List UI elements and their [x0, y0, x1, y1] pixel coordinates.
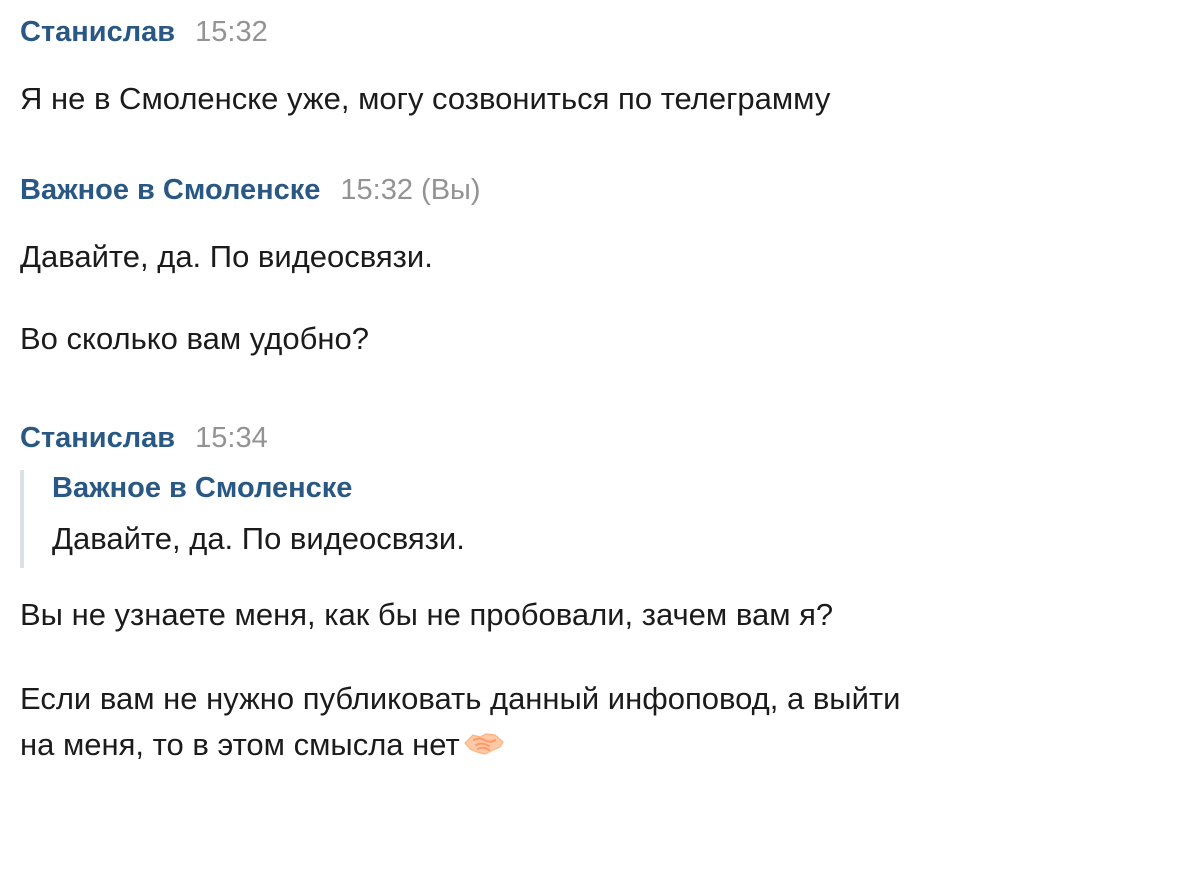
message-group: Станислав 15:34 Важное в Смоленске Давай… — [20, 420, 1160, 768]
message-text: Давайте, да. По видеосвязи. — [20, 239, 433, 274]
quoted-text: Давайте, да. По видеосвязи. — [52, 521, 465, 556]
message-time: 15:32 (Вы) — [340, 172, 480, 208]
message-text: Во сколько вам удобно? — [20, 321, 369, 356]
handshake-icon — [462, 725, 506, 761]
message-text: Если вам не нужно публиковать данный инф… — [20, 681, 901, 716]
message-time: 15:32 — [195, 16, 268, 48]
reply-quote[interactable]: Важное в Смоленске Давайте, да. По видео… — [20, 470, 1160, 568]
message-header: Станислав 15:32 — [20, 14, 1160, 50]
author-name[interactable]: Станислав — [20, 14, 175, 50]
message-text: Я не в Смоленске уже, могу созвониться п… — [20, 81, 831, 116]
author-name[interactable]: Станислав — [20, 420, 175, 456]
you-label: (Вы) — [421, 174, 481, 206]
author-name[interactable]: Важное в Смоленске — [20, 172, 320, 208]
message-text: Вы не узнаете меня, как бы не пробовали,… — [20, 597, 834, 632]
chat-history: Станислав 15:32 Я не в Смоленске уже, мо… — [0, 0, 1200, 885]
message-time-value: 15:32 — [340, 174, 413, 206]
message-group: Важное в Смоленске 15:32 (Вы) Давайте, д… — [20, 172, 1160, 362]
message-group: Станислав 15:32 Я не в Смоленске уже, мо… — [20, 14, 1160, 122]
message-header: Важное в Смоленске 15:32 (Вы) — [20, 172, 1160, 208]
message-header: Станислав 15:34 — [20, 420, 1160, 456]
message-text: на меня, то в этом смысла нет — [20, 722, 1160, 768]
message-text-part: на меня, то в этом смысла нет — [20, 727, 460, 762]
message-time: 15:34 — [195, 422, 268, 454]
quoted-author-name[interactable]: Важное в Смоленске — [52, 470, 1160, 506]
